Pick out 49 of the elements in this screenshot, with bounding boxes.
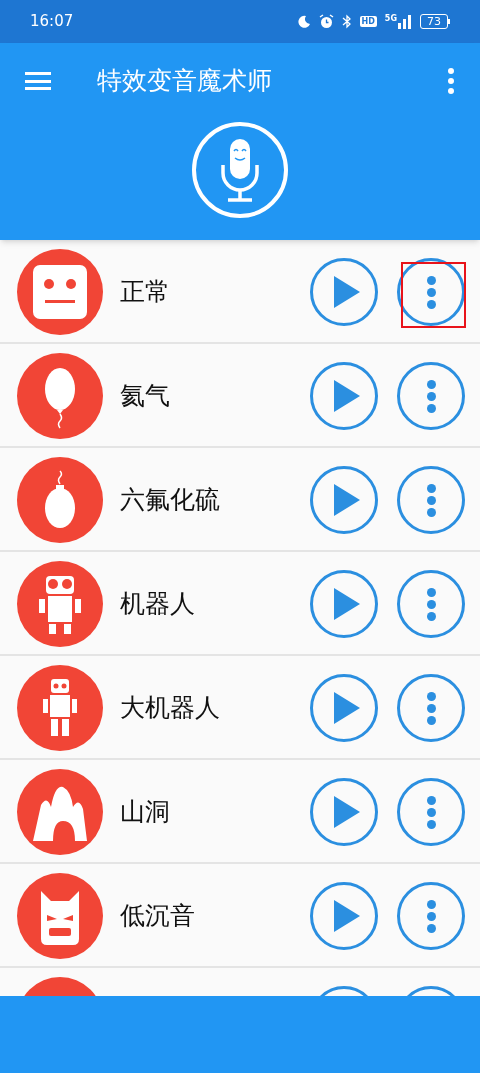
- bomb-icon: [17, 457, 103, 543]
- record-button[interactable]: [192, 122, 288, 218]
- more-options-button[interactable]: [397, 778, 465, 846]
- play-icon: [333, 900, 360, 932]
- clock: 16:07: [30, 11, 74, 33]
- play-icon: [333, 692, 360, 724]
- more-options-button[interactable]: [397, 466, 465, 534]
- app-title: 特效变音魔术师: [97, 65, 272, 98]
- bluetooth-icon: [341, 14, 352, 29]
- mask-icon: [17, 873, 103, 959]
- highlight-frame: [401, 262, 466, 328]
- network-type: 5G: [384, 14, 397, 23]
- play-icon: [333, 588, 360, 620]
- more-options-button[interactable]: [397, 362, 465, 430]
- signal-icon: [398, 14, 412, 29]
- play-icon: [333, 796, 360, 828]
- play-icon: [333, 276, 360, 308]
- alarm-icon: [318, 14, 334, 29]
- play-button[interactable]: [310, 362, 378, 430]
- play-button[interactable]: [310, 674, 378, 742]
- cave-icon: [17, 769, 103, 855]
- overflow-menu-button[interactable]: [447, 68, 455, 94]
- effect-name: 正常: [120, 276, 170, 309]
- play-button[interactable]: [310, 882, 378, 950]
- effect-name: 氦气: [120, 380, 170, 413]
- robot-icon: [17, 561, 103, 647]
- play-button[interactable]: [310, 258, 378, 326]
- microphone-icon: [220, 137, 260, 203]
- moon-icon: [296, 14, 311, 29]
- robot-icon: [17, 665, 103, 751]
- effect-name: 低沉音: [120, 900, 195, 933]
- balloon-icon: [17, 353, 103, 439]
- more-options-button[interactable]: [397, 882, 465, 950]
- effect-name: 山洞: [120, 796, 170, 829]
- play-button[interactable]: [310, 466, 378, 534]
- menu-button[interactable]: [25, 71, 51, 91]
- play-icon: [333, 380, 360, 412]
- robot-face-icon: [17, 249, 103, 335]
- effect-name: 大机器人: [120, 692, 220, 725]
- battery-indicator: 73: [420, 14, 450, 29]
- play-icon: [333, 484, 360, 516]
- hd-badge: HD: [359, 16, 377, 27]
- effect-name: 机器人: [120, 588, 195, 621]
- more-options-button[interactable]: [397, 674, 465, 742]
- effect-name: 六氟化硫: [120, 484, 220, 517]
- more-options-button[interactable]: [397, 570, 465, 638]
- play-button[interactable]: [310, 570, 378, 638]
- play-button[interactable]: [310, 778, 378, 846]
- more-options-button[interactable]: [397, 258, 465, 326]
